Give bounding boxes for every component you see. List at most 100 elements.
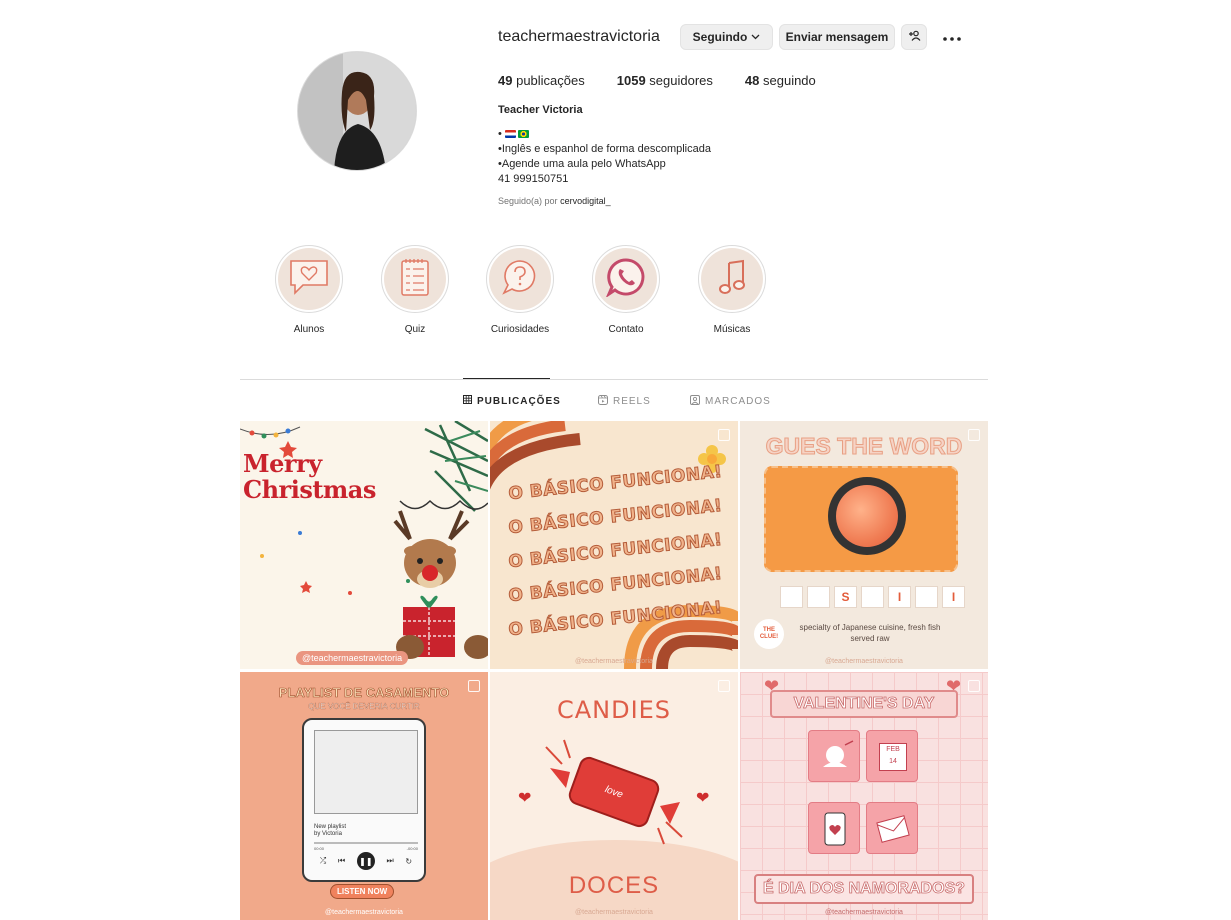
highlight-musicas[interactable]: Músicas [697, 245, 767, 335]
letter-tile [915, 586, 938, 608]
carousel-icon [718, 680, 730, 692]
post-merry-christmas[interactable]: Merry Christmas @teachermaestravictoria [240, 421, 488, 669]
post-o-basico-funciona[interactable]: O BÁSICO FUNCIONA! O BÁSICO FUNCIONA! O … [490, 421, 738, 669]
post-title: PLAYLIST DE CASAMENTO [278, 685, 450, 701]
post-gues-the-word[interactable]: GUES THE WORD S I I THE CLUE! specialty … [740, 421, 988, 669]
highlight-label: Curiosidades [490, 324, 550, 335]
whatsapp-icon [605, 257, 646, 302]
post-title: Merry Christmas [243, 449, 376, 504]
tab-label: MARCADOS [705, 396, 771, 407]
heart-icon: ❤ [696, 790, 710, 807]
add-person-icon [908, 30, 921, 44]
album-art-placeholder [314, 730, 418, 814]
followers-stat[interactable]: 1059 seguidores [617, 73, 713, 88]
letter-tile [861, 586, 884, 608]
clue-text: specialty of Japanese cuisine, fresh fis… [799, 623, 941, 643]
carousel-icon [968, 680, 980, 692]
suggested-users-button[interactable] [901, 24, 927, 50]
question-bubble-icon [500, 257, 540, 302]
highlight-label: Músicas [713, 324, 751, 335]
posts-stat: 49 publicações [498, 73, 585, 88]
checklist-icon [400, 257, 430, 302]
followed-by: Seguido(a) por cervodigital_ [498, 196, 611, 206]
post-handle: @teachermaestravictoria [825, 909, 903, 916]
post-valentines-day[interactable]: ❤ ❤ VALENTINE'S DAY FEB 14 É DIA DOS NAM… [740, 672, 988, 920]
post-subtitle: DOCES [568, 872, 660, 899]
flags [504, 130, 529, 139]
next-icon: ⏭ [386, 856, 394, 865]
carousel-icon [968, 429, 980, 441]
post-handle: @teachermaestravictoria [825, 658, 903, 665]
highlight-alunos[interactable]: Alunos [274, 245, 344, 335]
carousel-icon [718, 429, 730, 441]
phone-heart-card [808, 802, 860, 854]
post-playlist-casamento[interactable]: PLAYLIST DE CASAMENTO QUE VOCÊ DEVERIA C… [240, 672, 488, 920]
post-handle: @teachermaestravictoria [575, 909, 653, 916]
music-player-mockup: New playlist by Victoria 00:00 -00:00 ⤮ ⏮… [302, 718, 426, 882]
highlight-quiz[interactable]: Quiz [380, 245, 450, 335]
reels-icon [598, 395, 608, 408]
profile-avatar[interactable] [297, 51, 417, 171]
progress-bar [314, 842, 418, 844]
send-message-button[interactable]: Enviar mensagem [779, 24, 895, 50]
paraguay-flag-icon [504, 130, 516, 139]
calendar-month: FEB [886, 746, 900, 753]
following-stat[interactable]: 48 seguindo [745, 73, 816, 88]
ellipsis-icon [943, 28, 961, 46]
highlight-curiosidades[interactable]: Curiosidades [485, 245, 555, 335]
profile-username: teachermaestravictoria [498, 28, 660, 45]
letter-tile [807, 586, 830, 608]
pause-icon: ❚❚ [356, 852, 375, 870]
listen-now-badge: LISTEN NOW [330, 884, 395, 899]
sushi-bowl-image [828, 477, 906, 555]
more-options-button[interactable] [940, 26, 964, 48]
following-label: Seguindo [692, 30, 748, 44]
post-title: GUES THE WORD [765, 433, 963, 460]
post-handle: @teachermaestravictoria [575, 658, 653, 665]
profile-stats: 49 publicações 1059 seguidores 48 seguin… [498, 73, 816, 88]
bio-line: •Agende uma aula pelo WhatsApp [498, 158, 666, 170]
shuffle-icon: ⤮ [319, 856, 327, 865]
tab-label: PUBLICAÇÕES [477, 395, 561, 407]
love-letter-card [866, 802, 918, 854]
post-handle: @teachermaestravictoria [296, 651, 409, 665]
active-tab-indicator [463, 378, 550, 379]
speech-heart-icon [287, 257, 331, 302]
time-labels: 00:00 -00:00 [314, 846, 418, 851]
followed-by-user-link[interactable]: cervodigital_ [560, 196, 611, 206]
post-candies-doces[interactable]: CANDIES love ❤ ❤ DOCES @teachermaestravi… [490, 672, 738, 920]
tabs-divider [240, 379, 988, 380]
brazil-flag-icon [517, 130, 529, 139]
player-controls: ⤮ ⏮ ❚❚ ⏭ ↻ [314, 852, 418, 870]
post-handle: @teachermaestravictoria [325, 909, 403, 916]
cupid-card [808, 730, 860, 782]
post-subtitle: É DIA DOS NAMORADOS? [754, 874, 974, 904]
chevron-down-icon [751, 32, 760, 42]
calendar-day: 14 [889, 758, 897, 765]
music-note-icon [717, 259, 747, 300]
profile-full-name: Teacher Victoria [498, 104, 583, 116]
highlight-label: Quiz [404, 324, 426, 335]
clue-badge: THE CLUE! [754, 619, 784, 649]
tab-tagged[interactable]: MARCADOS [690, 395, 771, 408]
post-title: VALENTINE'S DAY [770, 690, 958, 718]
highlight-contato[interactable]: Contato [591, 245, 661, 335]
grid-icon [463, 395, 472, 407]
letter-tile [780, 586, 803, 608]
playlist-info: New playlist by Victoria [314, 824, 347, 837]
carousel-icon [468, 680, 480, 692]
avatar-photo [298, 52, 416, 170]
tab-posts[interactable]: PUBLICAÇÕES [463, 395, 561, 407]
bio-line: •Inglês e espanhol de forma descomplicad… [498, 143, 711, 155]
letter-tile: I [888, 586, 911, 608]
following-button[interactable]: Seguindo [680, 24, 773, 50]
letter-tiles: S I I [780, 586, 965, 608]
tab-reels[interactable]: REELS [598, 395, 651, 408]
repeat-icon: ↻ [405, 856, 413, 866]
bio-line: • [498, 127, 758, 142]
previous-icon: ⏮ [337, 856, 346, 865]
tab-label: REELS [613, 396, 651, 407]
letter-tile: I [942, 586, 965, 608]
heart-icon: ❤ [518, 790, 532, 807]
highlight-label: Alunos [293, 324, 325, 335]
